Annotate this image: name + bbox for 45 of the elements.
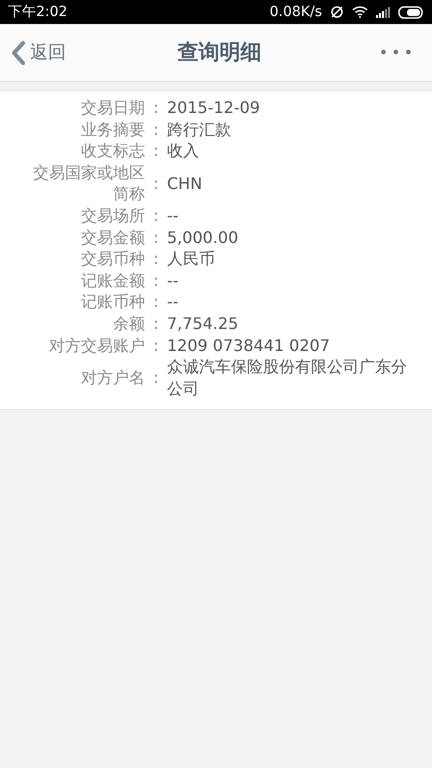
field-value: 人民币 bbox=[167, 248, 216, 270]
field-label: 交易币种 bbox=[80, 248, 145, 270]
signal-icon bbox=[376, 6, 390, 18]
colon: : bbox=[152, 140, 160, 162]
field-label: 交易国家或地区简称 bbox=[32, 162, 145, 205]
network-speed: 0.08K/s bbox=[270, 2, 322, 22]
colon: : bbox=[152, 97, 160, 119]
battery-icon bbox=[398, 6, 424, 18]
field-label: 交易日期 bbox=[80, 97, 145, 119]
colon: : bbox=[152, 366, 160, 389]
colon: : bbox=[152, 270, 160, 292]
more-button[interactable]: ••• bbox=[372, 40, 422, 66]
field-value: -- bbox=[167, 270, 180, 292]
field-label: 余额 bbox=[112, 312, 145, 335]
colon: : bbox=[152, 204, 160, 227]
field-value: CHN bbox=[167, 172, 204, 194]
field-label: 收支标志 bbox=[80, 140, 145, 162]
colon: : bbox=[152, 172, 160, 194]
field-value: 众诚汽车保险股份有限公司广东分公司 bbox=[167, 356, 408, 400]
field-value: -- bbox=[167, 204, 180, 227]
colon: : bbox=[152, 291, 160, 313]
colon: : bbox=[152, 226, 160, 248]
field-value: 跨行汇款 bbox=[167, 118, 232, 140]
colon: : bbox=[152, 312, 160, 335]
field-value: 7,754.25 bbox=[167, 312, 240, 335]
field-value: -- bbox=[167, 291, 180, 313]
colon: : bbox=[152, 334, 160, 356]
field-label: 记账币种 bbox=[80, 291, 145, 313]
field-label: 交易金额 bbox=[80, 226, 145, 248]
page-title: 查询明细 bbox=[177, 38, 262, 66]
back-icon bbox=[10, 40, 26, 66]
field-value: 收入 bbox=[167, 140, 200, 162]
field-label: 对方交易账户 bbox=[48, 334, 145, 356]
status-time: 下午2:02 bbox=[8, 2, 68, 22]
field-value: 5,000.00 bbox=[167, 226, 240, 248]
colon: : bbox=[152, 118, 160, 140]
colon: : bbox=[152, 248, 160, 270]
back-button[interactable]: 返回 bbox=[10, 39, 66, 66]
field-label: 记账金额 bbox=[80, 270, 145, 292]
field-value: 1209 0738441 0207 bbox=[167, 334, 331, 356]
field-value: 2015-12-09 bbox=[167, 97, 261, 119]
field-label: 业务摘要 bbox=[80, 118, 145, 140]
wifi-icon bbox=[352, 6, 368, 18]
field-label: 交易场所 bbox=[80, 204, 145, 227]
field-label: 对方户名 bbox=[80, 366, 145, 389]
